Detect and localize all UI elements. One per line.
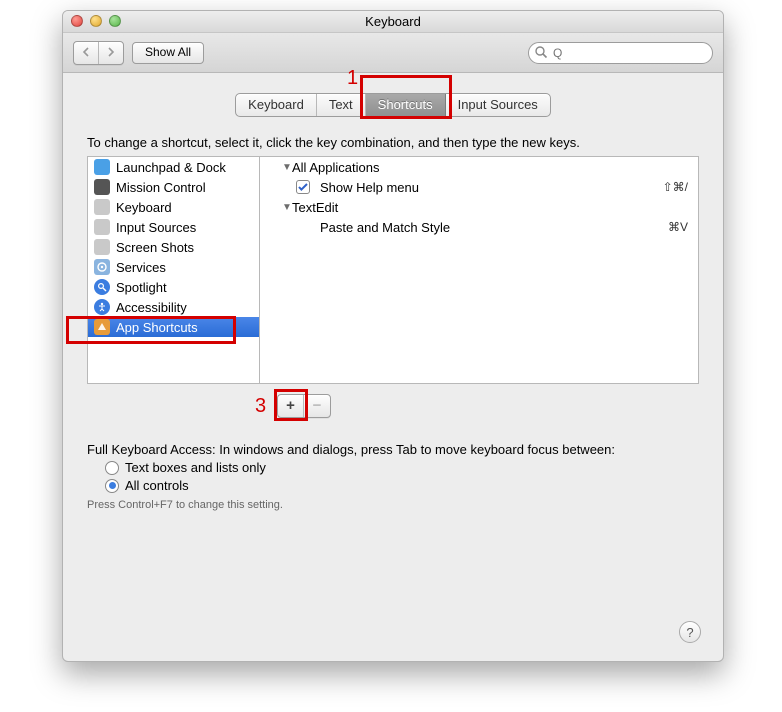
keyboard-icon — [94, 199, 110, 215]
toolbar: Show All — [63, 33, 723, 73]
sidebar-item-mission-control[interactable]: Mission Control — [88, 177, 259, 197]
disclosure-triangle-icon[interactable]: ▼ — [282, 202, 292, 213]
sidebar-item-label: Screen Shots — [116, 240, 194, 255]
sidebar-item-accessibility[interactable]: Accessibility — [88, 297, 259, 317]
instruction-text: To change a shortcut, select it, click t… — [87, 135, 699, 150]
group-label: All Applications — [292, 160, 688, 175]
keyboard-access-hint: Press Control+F7 to change this setting. — [87, 499, 699, 511]
back-button[interactable] — [74, 42, 99, 64]
shortcut-label: Show Help menu — [314, 180, 663, 195]
tab-input-sources[interactable]: Input Sources — [446, 94, 550, 116]
remove-button[interactable]: − — [304, 395, 330, 417]
shortcut-list[interactable]: ▼ All Applications Show Help menu ⇧⌘/ ▼ … — [260, 157, 698, 383]
disclosure-triangle-icon[interactable]: ▼ — [282, 162, 292, 173]
shortcut-row-paste-match-style[interactable]: Paste and Match Style ⌘V — [260, 217, 698, 237]
annotation-number-1: 1 — [347, 67, 358, 90]
sidebar-item-input-sources[interactable]: Input Sources — [88, 217, 259, 237]
preferences-window: Keyboard Show All 1 Key — [62, 10, 724, 662]
sidebar-item-label: Keyboard — [116, 200, 172, 215]
shortcut-keys[interactable]: ⇧⌘/ — [663, 180, 688, 194]
sidebar-item-services[interactable]: Services — [88, 257, 259, 277]
sidebar-item-label: Mission Control — [116, 180, 206, 195]
panel: To change a shortcut, select it, click t… — [87, 135, 699, 511]
help-button[interactable]: ? — [679, 621, 701, 643]
sidebar-item-label: Launchpad & Dock — [116, 160, 226, 175]
chevron-left-icon — [82, 47, 90, 57]
input-sources-icon — [94, 219, 110, 235]
radio-button[interactable] — [105, 479, 119, 493]
titlebar: Keyboard — [63, 11, 723, 33]
show-all-label: Show All — [145, 45, 191, 59]
search-input[interactable] — [528, 42, 713, 64]
radio-button[interactable] — [105, 461, 119, 475]
search-icon — [534, 45, 548, 59]
shortcut-group-all-applications[interactable]: ▼ All Applications — [260, 157, 698, 177]
keyboard-access-text: Full Keyboard Access: In windows and dia… — [87, 442, 699, 457]
forward-button[interactable] — [99, 42, 123, 64]
screenshot-icon — [94, 239, 110, 255]
traffic-lights — [71, 15, 121, 27]
sidebar-item-label: Accessibility — [116, 300, 187, 315]
tab-text-label: Text — [329, 97, 353, 112]
tab-text[interactable]: Text — [317, 94, 366, 116]
sidebar-item-app-shortcuts[interactable]: App Shortcuts — [88, 317, 259, 337]
sidebar-item-launchpad-dock[interactable]: Launchpad & Dock — [88, 157, 259, 177]
sidebar-item-label: Services — [116, 260, 166, 275]
shortcut-group-textedit[interactable]: ▼ TextEdit — [260, 197, 698, 217]
tab-input-sources-label: Input Sources — [458, 97, 538, 112]
launchpad-icon — [94, 159, 110, 175]
close-window-button[interactable] — [71, 15, 83, 27]
sidebar-item-label: Input Sources — [116, 220, 196, 235]
chevron-right-icon — [107, 47, 115, 57]
sidebar-item-label: Spotlight — [116, 280, 167, 295]
tab-bar: Keyboard Text Shortcuts Input Sources — [235, 93, 551, 117]
tab-shortcuts-label: Shortcuts — [378, 97, 433, 112]
checkbox[interactable] — [296, 180, 310, 194]
category-list[interactable]: Launchpad & Dock Mission Control Keyboar… — [88, 157, 260, 383]
zoom-window-button[interactable] — [109, 15, 121, 27]
sidebar-item-label: App Shortcuts — [116, 320, 198, 335]
radio-label: Text boxes and lists only — [125, 460, 266, 475]
shortcut-row-show-help-menu[interactable]: Show Help menu ⇧⌘/ — [260, 177, 698, 197]
add-remove-row: 3 + − — [87, 394, 699, 418]
tab-keyboard-label: Keyboard — [248, 97, 304, 112]
app-shortcuts-icon — [94, 319, 110, 335]
group-label: TextEdit — [292, 200, 688, 215]
shortcut-keys[interactable]: ⌘V — [668, 220, 688, 234]
keyboard-access-section: Full Keyboard Access: In windows and dia… — [87, 442, 699, 511]
tab-keyboard[interactable]: Keyboard — [236, 94, 317, 116]
shortcut-label: Paste and Match Style — [314, 220, 668, 235]
radio-option-text-boxes[interactable]: Text boxes and lists only — [105, 460, 699, 475]
sidebar-item-keyboard[interactable]: Keyboard — [88, 197, 259, 217]
radio-label: All controls — [125, 478, 189, 493]
tab-shortcuts[interactable]: Shortcuts — [366, 94, 446, 116]
nav-segment — [73, 41, 124, 65]
search-field-container — [528, 42, 713, 64]
content-area: 1 Keyboard Text Shortcuts Input Sources … — [63, 73, 723, 661]
tab-row: Keyboard Text Shortcuts Input Sources — [87, 93, 699, 117]
radio-option-all-controls[interactable]: All controls — [105, 478, 699, 493]
services-icon — [94, 259, 110, 275]
show-all-button[interactable]: Show All — [132, 42, 204, 64]
annotation-number-3: 3 — [255, 395, 266, 418]
spotlight-icon — [94, 279, 110, 295]
add-button[interactable]: + — [278, 395, 304, 417]
minimize-window-button[interactable] — [90, 15, 102, 27]
plus-icon: + — [286, 397, 295, 414]
mission-control-icon — [94, 179, 110, 195]
sidebar-item-spotlight[interactable]: Spotlight — [88, 277, 259, 297]
window-title: Keyboard — [365, 14, 421, 29]
minus-icon: − — [313, 397, 322, 414]
lists-container: Launchpad & Dock Mission Control Keyboar… — [87, 156, 699, 384]
add-remove-segment: + − — [277, 394, 331, 418]
sidebar-item-screen-shots[interactable]: Screen Shots — [88, 237, 259, 257]
accessibility-icon — [94, 299, 110, 315]
help-icon: ? — [686, 625, 693, 640]
